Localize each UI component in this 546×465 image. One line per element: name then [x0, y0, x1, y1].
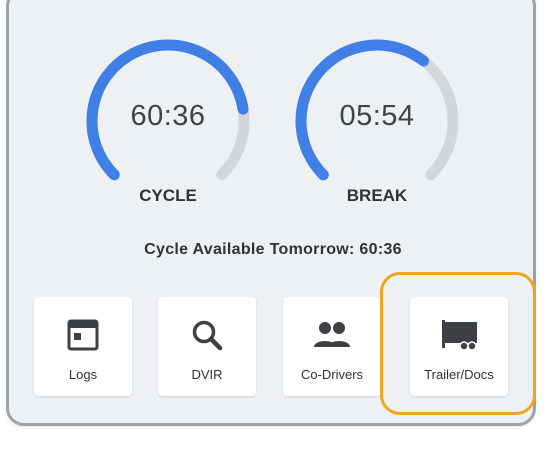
- trailer-docs-label: Trailer/Docs: [424, 367, 494, 382]
- calendar-icon: [34, 317, 132, 353]
- logs-button[interactable]: Logs: [34, 297, 132, 396]
- dvir-label: DVIR: [191, 367, 223, 382]
- search-icon: [158, 317, 256, 353]
- break-gauge-value: 05:54: [339, 100, 415, 132]
- break-gauge-label: BREAK: [346, 186, 408, 205]
- cycle-available-text: Cycle Available Tomorrow: 60:36: [144, 241, 402, 258]
- logs-label: Logs: [68, 367, 98, 382]
- trailer-icon: [410, 317, 508, 353]
- co-drivers-label: Co-Drivers: [300, 367, 364, 382]
- co-drivers-button[interactable]: Co-Drivers: [283, 297, 381, 396]
- cycle-gauge-label: CYCLE: [139, 186, 197, 205]
- dvir-button[interactable]: DVIR: [158, 297, 256, 396]
- break-gauge: 05:54 BREAK: [292, 36, 462, 236]
- cycle-gauge: 60:36 CYCLE: [83, 36, 253, 236]
- cycle-gauge-value: 60:36: [130, 100, 206, 132]
- trailer-docs-button[interactable]: Trailer/Docs: [410, 297, 508, 396]
- people-icon: [283, 317, 381, 353]
